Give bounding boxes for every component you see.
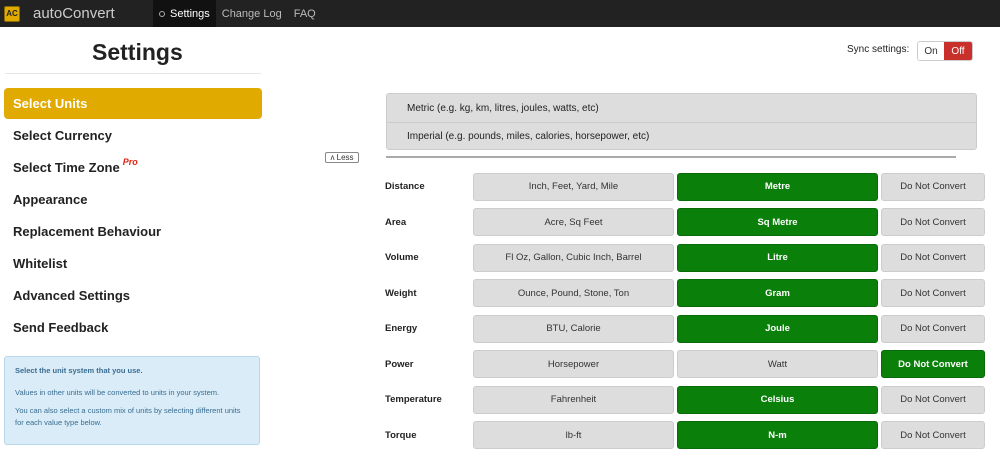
sync-settings-label: Sync settings:: [847, 44, 910, 55]
unit-option-metric[interactable]: Watt: [677, 350, 878, 379]
unit-option-imperial[interactable]: Ounce, Pound, Stone, Ton: [473, 279, 674, 308]
unit-option-imperial[interactable]: BTU, Calorie: [473, 314, 674, 343]
sidebar-item-advanced-settings[interactable]: Advanced Settings: [4, 279, 262, 311]
divider: [386, 156, 956, 158]
unit-row-weight: Weight Ounce, Pound, Stone, Ton Gram Do …: [385, 276, 985, 312]
sidebar-item-label: Send Feedback: [13, 319, 109, 335]
unit-row-volume: Volume Fl Oz, Gallon, Cubic Inch, Barrel…: [385, 240, 985, 276]
metric-option[interactable]: Metric (e.g. kg, km, litres, joules, wat…: [387, 94, 976, 122]
unit-row-distance: Distance Inch, Feet, Yard, Mile Metre Do…: [385, 169, 985, 205]
sidebar-item-label: Select Currency: [13, 127, 112, 143]
unit-row-temperature: Temperature Fahrenheit Celsius Do Not Co…: [385, 382, 985, 418]
sidebar-item-label: Appearance: [13, 191, 88, 207]
sidebar-item-whitelist[interactable]: Whitelist: [4, 247, 262, 279]
unit-option-do-not-convert[interactable]: Do Not Convert: [881, 314, 985, 343]
unit-label: Area: [385, 216, 407, 228]
unit-row-area: Area Acre, Sq Feet Sq Metre Do Not Conve…: [385, 205, 985, 241]
settings-sidebar: Select Units Select Currency Select Time…: [4, 88, 262, 343]
info-heading: Select the unit system that you use.: [15, 366, 143, 375]
unit-label: Volume: [385, 252, 419, 264]
unit-label: Weight: [385, 287, 417, 299]
unit-row-power: Power Horsepower Watt Do Not Convert: [385, 347, 985, 383]
unit-grid: Distance Inch, Feet, Yard, Mile Metre Do…: [385, 169, 985, 453]
pro-badge: Pro: [122, 157, 138, 167]
sidebar-item-label: Select Units: [13, 96, 88, 111]
unit-option-metric[interactable]: Metre: [677, 172, 878, 201]
unit-option-imperial[interactable]: Fahrenheit: [473, 385, 674, 414]
nav-label: Change Log: [221, 7, 282, 20]
circle-icon: [159, 10, 165, 17]
sidebar-item-label: Select Time Zone: [13, 159, 120, 175]
info-text: Values in other units will be converted …: [15, 387, 220, 397]
unit-option-do-not-convert[interactable]: Do Not Convert: [881, 350, 985, 379]
sidebar-item-label: Whitelist: [13, 255, 68, 271]
unit-option-do-not-convert[interactable]: Do Not Convert: [881, 279, 985, 308]
unit-option-do-not-convert[interactable]: Do Not Convert: [881, 208, 985, 237]
unit-label: Power: [385, 358, 414, 370]
unit-row-energy: Energy BTU, Calorie Joule Do Not Convert: [385, 311, 985, 347]
sidebar-item-replacement-behaviour[interactable]: Replacement Behaviour: [4, 215, 262, 247]
nav-label: Settings: [170, 7, 210, 20]
sidebar-item-appearance[interactable]: Appearance: [4, 183, 262, 215]
unit-option-metric[interactable]: Celsius: [677, 385, 878, 414]
sidebar-item-select-currency[interactable]: Select Currency: [4, 119, 262, 151]
unit-label: Torque: [385, 429, 417, 441]
unit-option-do-not-convert[interactable]: Do Not Convert: [881, 172, 985, 201]
unit-option-do-not-convert[interactable]: Do Not Convert: [881, 421, 985, 450]
unit-option-metric[interactable]: Joule: [677, 314, 878, 343]
unit-label: Distance: [385, 181, 425, 193]
unit-label: Temperature: [385, 394, 442, 406]
app-logo-icon: AC: [4, 5, 20, 22]
divider: [5, 73, 261, 74]
info-text: You can also select a custom mix of unit…: [15, 406, 241, 427]
less-button[interactable]: ʌ Less: [325, 152, 359, 163]
unit-option-do-not-convert[interactable]: Do Not Convert: [881, 243, 985, 272]
sidebar-item-send-feedback[interactable]: Send Feedback: [4, 311, 262, 343]
info-box: Select the unit system that you use. Val…: [4, 356, 260, 445]
nav-change-log[interactable]: Change Log: [216, 0, 288, 27]
sidebar-item-select-units[interactable]: Select Units: [4, 88, 262, 119]
page-title: Settings: [92, 39, 183, 65]
sidebar-item-select-time-zone[interactable]: Select Time Zone Pro: [4, 151, 262, 183]
unit-option-imperial[interactable]: Horsepower: [473, 350, 674, 379]
unit-system-options: Metric (e.g. kg, km, litres, joules, wat…: [386, 93, 977, 150]
unit-option-do-not-convert[interactable]: Do Not Convert: [881, 385, 985, 414]
sync-on-button[interactable]: On: [918, 42, 944, 60]
sidebar-item-label: Advanced Settings: [13, 287, 131, 303]
brand[interactable]: AC autoConvert: [0, 0, 115, 27]
unit-option-imperial[interactable]: Fl Oz, Gallon, Cubic Inch, Barrel: [473, 243, 674, 272]
sidebar-item-label: Replacement Behaviour: [13, 223, 162, 239]
unit-option-imperial[interactable]: Inch, Feet, Yard, Mile: [473, 172, 674, 201]
main-nav: Settings Change Log FAQ: [153, 0, 322, 27]
nav-label: FAQ: [293, 7, 316, 20]
sync-off-button[interactable]: Off: [944, 42, 972, 60]
unit-option-metric[interactable]: Litre: [677, 243, 878, 272]
nav-faq[interactable]: FAQ: [288, 0, 322, 27]
unit-label: Energy: [385, 323, 418, 335]
top-navbar: AC autoConvert Settings Change Log FAQ: [0, 0, 1000, 27]
unit-option-imperial[interactable]: lb-ft: [473, 421, 674, 450]
app-name: autoConvert: [33, 5, 115, 22]
sync-toggle: On Off: [917, 41, 973, 61]
unit-option-metric[interactable]: Sq Metre: [677, 208, 878, 237]
nav-settings[interactable]: Settings: [153, 0, 216, 27]
imperial-option[interactable]: Imperial (e.g. pounds, miles, calories, …: [387, 122, 976, 150]
unit-option-imperial[interactable]: Acre, Sq Feet: [473, 208, 674, 237]
unit-row-torque: Torque lb-ft N-m Do Not Convert: [385, 418, 985, 454]
unit-option-metric[interactable]: Gram: [677, 279, 878, 308]
unit-option-metric[interactable]: N-m: [677, 421, 878, 450]
